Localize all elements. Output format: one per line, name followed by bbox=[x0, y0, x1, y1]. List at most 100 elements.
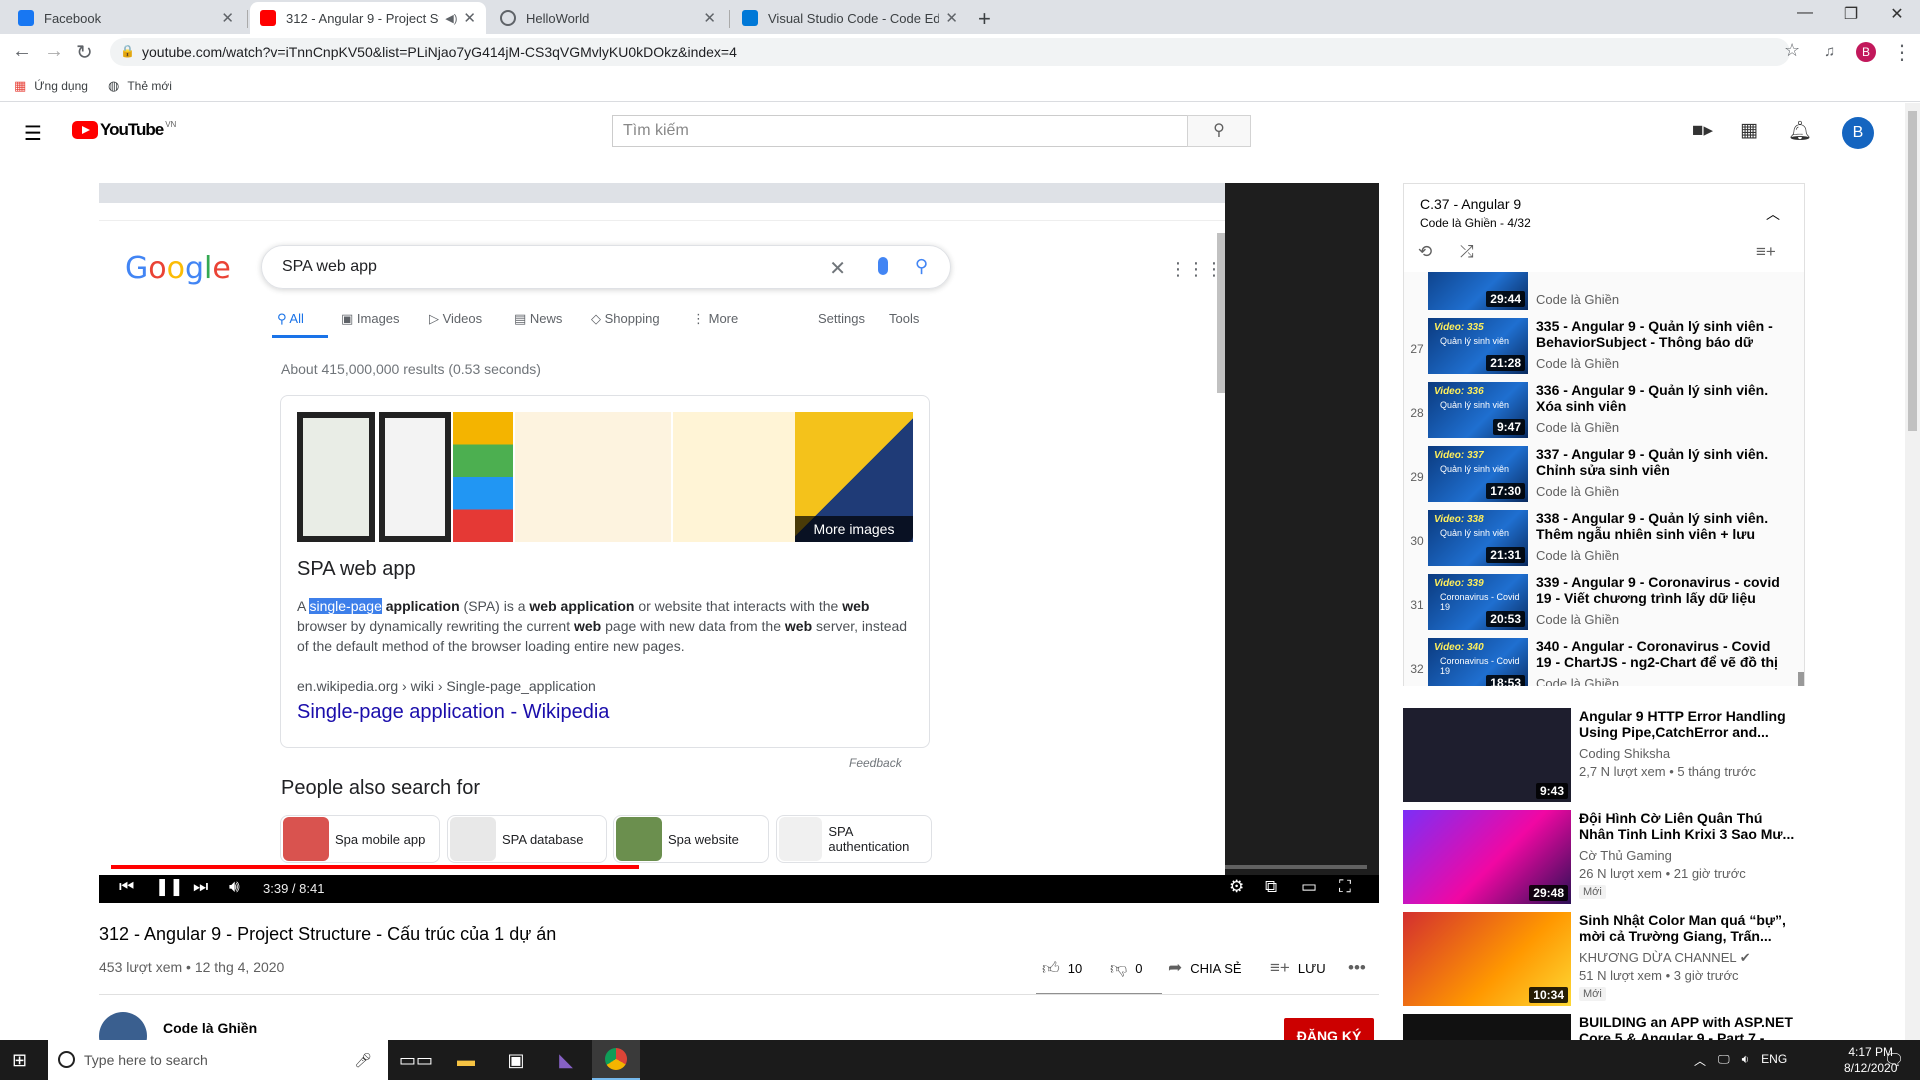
list-item[interactable]: 31 Video: 339 Coronavirus - Covid 19 20:53… bbox=[1404, 572, 1804, 636]
tab-youtube[interactable]: 312 - Angular 9 - Project Stru ◀) ✕ bbox=[250, 2, 486, 34]
chrome-menu-icon[interactable]: ⋮ bbox=[1892, 40, 1912, 65]
video-thumbnail: Video: 338 Quản lý sinh viên 21:31 bbox=[1428, 510, 1528, 566]
list-item[interactable]: 27 Video: 335 Quản lý sinh viên 21:28 335 … bbox=[1404, 316, 1804, 380]
file-explorer-icon[interactable]: ▬ bbox=[442, 1040, 490, 1080]
miniplayer-icon[interactable]: ⧉ bbox=[1265, 877, 1277, 897]
youtube-logo[interactable]: YouTube VN bbox=[72, 120, 176, 140]
playlist-title[interactable]: C.37 - Angular 9 bbox=[1420, 196, 1521, 212]
recommended-video[interactable]: 29:48 Đội Hình Cờ Liên Quân Thú Nhân Tin… bbox=[1403, 810, 1805, 906]
list-item[interactable]: 30 Video: 338 Quản lý sinh viên 21:31 338 … bbox=[1404, 508, 1804, 572]
new-tab-button[interactable]: + bbox=[978, 6, 991, 32]
terminal-icon[interactable]: ▣ bbox=[492, 1040, 540, 1080]
back-button[interactable]: ← bbox=[12, 40, 32, 63]
avatar[interactable]: B bbox=[1842, 117, 1874, 149]
google-nav-images: ▣ Images bbox=[341, 311, 400, 326]
reload-button[interactable]: ↻ bbox=[76, 40, 93, 65]
share-button[interactable]: ➦ CHIA SẺ bbox=[1168, 958, 1242, 978]
volume-icon[interactable]: 🔊︎ bbox=[229, 877, 240, 897]
close-icon[interactable]: ✕ bbox=[703, 9, 716, 27]
item-title: 335 - Angular 9 - Quản lý sinh viên - Be… bbox=[1536, 318, 1773, 350]
dislike-button[interactable]: 👎︎ 0 bbox=[1110, 958, 1143, 979]
tab-facebook[interactable]: Facebook ✕ bbox=[8, 2, 244, 34]
google-search-box: SPA web app ✕ ⚲ bbox=[261, 245, 951, 289]
youtube-icon bbox=[260, 10, 276, 26]
close-icon[interactable]: ✕ bbox=[221, 9, 234, 27]
vscode-icon bbox=[742, 10, 758, 26]
tab-vscode[interactable]: Visual Studio Code - Code Editin ✕ bbox=[732, 2, 968, 34]
rec-channel: KHƯƠNG DỪA CHANNEL ✔ bbox=[1579, 950, 1751, 965]
tab-title: Visual Studio Code - Code Editin bbox=[768, 10, 940, 26]
recommended-video[interactable]: 9:43 Angular 9 HTTP Error Handling Using… bbox=[1403, 708, 1805, 804]
forward-button[interactable]: → bbox=[44, 40, 64, 63]
save-button[interactable]: ≡+ LƯU bbox=[1270, 958, 1326, 978]
windows-start-icon[interactable]: ⊞ bbox=[12, 1050, 27, 1071]
progress-played bbox=[111, 865, 639, 869]
close-icon[interactable]: ✕ bbox=[945, 9, 958, 27]
maximize-button[interactable]: ❐ bbox=[1828, 4, 1874, 24]
url-text: youtube.com/watch?v=iTnnCnpKV50&list=PLi… bbox=[142, 44, 737, 60]
speaker-icon[interactable]: ◀) bbox=[445, 12, 457, 25]
network-icon[interactable]: 🖵︎ bbox=[1718, 1052, 1730, 1069]
video-player[interactable]: Google SPA web app ✕ ⚲ ⋮⋮⋮ ⚲ All ▣ Image… bbox=[99, 183, 1379, 903]
item-channel: Code là Ghiền bbox=[1536, 484, 1620, 499]
language-indicator[interactable]: ENG bbox=[1761, 1052, 1787, 1069]
list-item[interactable]: 32 Video: 340 Coronavirus - Covid 19 18:53… bbox=[1404, 636, 1804, 686]
chrome-icon[interactable] bbox=[592, 1040, 640, 1080]
fullscreen-icon[interactable]: ⛶ bbox=[1339, 877, 1351, 897]
notifications-bell-icon[interactable]: 🔔︎ bbox=[1788, 119, 1812, 143]
channel-name[interactable]: Code là Ghiền bbox=[163, 1020, 257, 1036]
playlist-scrollbar[interactable] bbox=[1798, 672, 1804, 686]
window-close-button[interactable]: ✕ bbox=[1874, 4, 1920, 24]
apps-grid-icon[interactable]: ▦ bbox=[1740, 119, 1758, 142]
previous-icon[interactable]: ⏮ bbox=[119, 877, 134, 897]
item-title: 337 - Angular 9 - Quản lý sinh viên. Chỉ… bbox=[1536, 446, 1769, 478]
tab-helloworld[interactable]: HelloWorld ✕ bbox=[490, 2, 726, 34]
hamburger-menu-icon[interactable]: ☰ bbox=[24, 121, 42, 146]
microphone-icon[interactable]: 🎤︎ bbox=[354, 1052, 372, 1069]
new-badge: Mới bbox=[1579, 885, 1606, 899]
pasf-item: SPA authentication bbox=[776, 815, 932, 863]
media-control-icon[interactable]: ♫ bbox=[1824, 43, 1835, 60]
more-actions-button[interactable]: ••• bbox=[1348, 958, 1366, 978]
windows-taskbar: ⊞ Type here to search 🎤︎ ▭▭ ▬ ▣ ◣ ︿ 🖵︎ 🔉… bbox=[0, 1040, 1920, 1080]
page-scrollbar[interactable] bbox=[1905, 103, 1920, 1040]
playlist-items: 29:44 Code là Ghiền 27 Video: 335 Quản lý… bbox=[1404, 272, 1804, 686]
profile-avatar[interactable]: B bbox=[1856, 42, 1876, 62]
google-logo: Google bbox=[125, 251, 231, 286]
visual-studio-icon[interactable]: ◣ bbox=[542, 1040, 590, 1080]
like-button[interactable]: 👍︎ 10 bbox=[1042, 958, 1082, 979]
list-item[interactable]: 29:44 Code là Ghiền bbox=[1404, 272, 1804, 316]
search-input[interactable]: Tìm kiếm bbox=[612, 115, 1188, 147]
add-to-queue-icon[interactable]: ≡+ bbox=[1756, 242, 1776, 262]
next-icon[interactable]: ⏭ bbox=[193, 877, 208, 897]
video-meta: 453 lượt xem • 12 thg 4, 2020 bbox=[99, 959, 285, 975]
more-icon: ••• bbox=[1348, 958, 1366, 977]
task-view-icon[interactable]: ▭▭ bbox=[392, 1040, 440, 1080]
bookmark-star-icon[interactable]: ☆ bbox=[1784, 40, 1800, 61]
chevron-up-icon[interactable]: ︿ bbox=[1694, 1052, 1706, 1069]
rec-title: Sinh Nhật Color Man quá “bự”, mời cả Trư… bbox=[1579, 912, 1786, 944]
video-thumbnail: Video: 335 Quản lý sinh viên 21:28 bbox=[1428, 318, 1528, 374]
volume-icon[interactable]: 🔉︎ bbox=[1742, 1052, 1750, 1069]
item-channel: Code là Ghiền bbox=[1536, 292, 1620, 307]
list-item[interactable]: 28 Video: 336 Quản lý sinh viên 9:47 336 -… bbox=[1404, 380, 1804, 444]
loop-icon[interactable]: ⟲ bbox=[1418, 242, 1432, 262]
create-video-icon[interactable]: ■▸ bbox=[1692, 119, 1713, 142]
search-button[interactable]: ⚲ bbox=[1187, 115, 1251, 147]
bookmark-newtab[interactable]: ◍ Thẻ mới bbox=[108, 78, 172, 94]
settings-gear-icon[interactable]: ⚙ bbox=[1229, 877, 1244, 897]
notifications-icon[interactable]: 🗨︎ bbox=[1884, 1050, 1904, 1070]
google-nav-videos: ▷ Videos bbox=[429, 311, 483, 326]
bookmark-apps[interactable]: ▦ Ứng dụng bbox=[14, 78, 88, 94]
close-icon[interactable]: ✕ bbox=[463, 9, 476, 27]
address-bar[interactable]: 🔒 youtube.com/watch?v=iTnnCnpKV50&list=P… bbox=[110, 38, 1790, 66]
taskbar-search-input[interactable]: Type here to search 🎤︎ bbox=[48, 1040, 388, 1080]
recommended-video[interactable]: 10:34 Sinh Nhật Color Man quá “bự”, mời … bbox=[1403, 912, 1805, 1008]
list-item[interactable]: 29 Video: 337 Quản lý sinh viên 17:30 337 … bbox=[1404, 444, 1804, 508]
minimize-button[interactable]: — bbox=[1782, 4, 1828, 22]
shuffle-icon[interactable]: ⤮ bbox=[1460, 242, 1474, 262]
chevron-up-icon[interactable]: ︿ bbox=[1766, 204, 1780, 224]
pause-icon[interactable]: ❚❚ bbox=[155, 877, 184, 897]
theater-mode-icon[interactable]: ▭ bbox=[1301, 877, 1317, 897]
recommended-video[interactable]: BUILDING an APP with ASP.NET Core 5 & An… bbox=[1403, 1014, 1805, 1040]
